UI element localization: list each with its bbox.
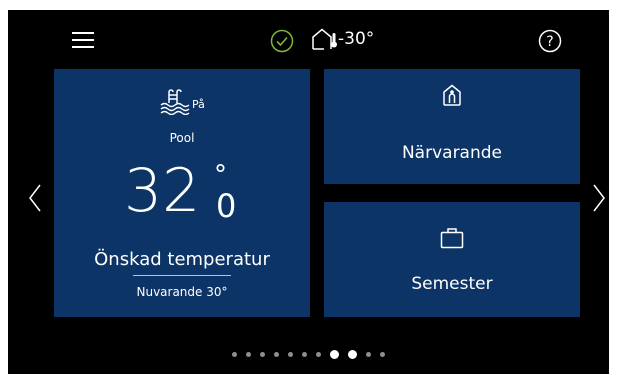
- thermometer-icon: [330, 32, 338, 48]
- page-dot[interactable]: [348, 350, 357, 359]
- pool-tile[interactable]: På Pool 32 ° 0 Önskad temperatur Nuvaran…: [54, 69, 310, 317]
- outdoor-temperature: -30°: [338, 29, 375, 49]
- page-indicator: [8, 350, 609, 359]
- page-dot[interactable]: [260, 352, 265, 357]
- pool-name: Pool: [169, 131, 195, 145]
- page-dot[interactable]: [302, 352, 307, 357]
- presence-label: Närvarande: [401, 143, 503, 163]
- page-dot[interactable]: [316, 352, 321, 357]
- question-circle-icon[interactable]: ?: [537, 28, 563, 54]
- divider: [133, 275, 231, 276]
- chevron-left-icon[interactable]: [26, 182, 44, 214]
- pool-state-label: På: [192, 98, 205, 111]
- check-circle-icon[interactable]: [269, 28, 295, 54]
- hamburger-menu-icon[interactable]: [70, 28, 96, 52]
- screen: -30° ? På Pool 32 ° 0 Önskad temperatur …: [8, 10, 609, 374]
- svg-text:?: ?: [546, 34, 553, 50]
- vacation-tile[interactable]: Semester: [324, 202, 580, 317]
- page-dot[interactable]: [330, 350, 339, 359]
- page-dot[interactable]: [232, 352, 237, 357]
- desired-temperature-value: 32: [124, 156, 201, 226]
- suitcase-icon: [440, 226, 464, 250]
- page-dot[interactable]: [288, 352, 293, 357]
- desired-temperature-label: Önskad temperatur: [94, 249, 270, 270]
- page-dot[interactable]: [366, 352, 371, 357]
- temperature-degree-symbol: °: [214, 160, 227, 190]
- pool-icon: [160, 89, 190, 116]
- current-temperature-label: Nuvarande 30°: [136, 285, 228, 299]
- page-dot[interactable]: [246, 352, 251, 357]
- page-dot[interactable]: [380, 352, 385, 357]
- presence-tile[interactable]: Närvarande: [324, 69, 580, 184]
- chevron-right-icon[interactable]: [590, 182, 608, 214]
- house-icon: [312, 28, 332, 50]
- vacation-label: Semester: [411, 274, 493, 294]
- temperature-decimal: 0: [216, 187, 237, 225]
- page-dot[interactable]: [274, 352, 279, 357]
- person-home-icon: [440, 83, 464, 107]
